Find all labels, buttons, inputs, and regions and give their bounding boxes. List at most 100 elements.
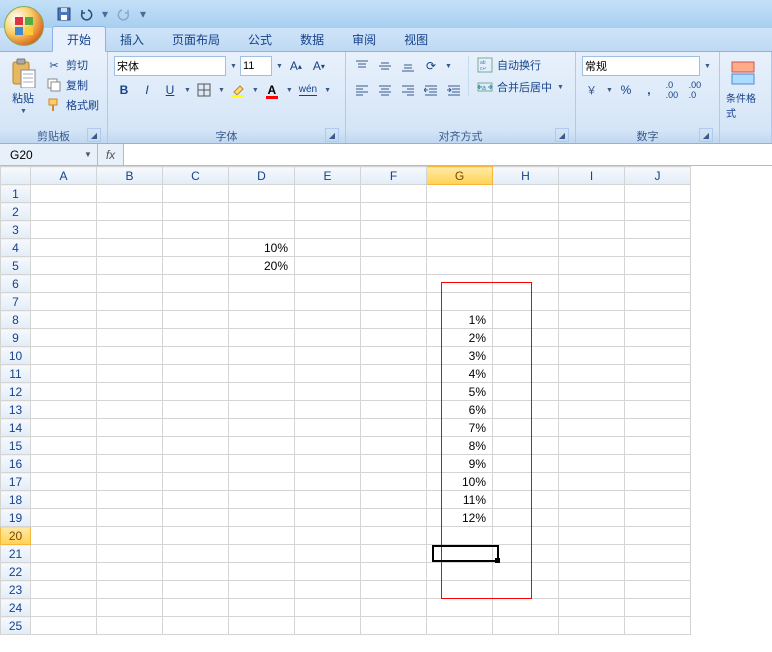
- cell-B13[interactable]: [97, 401, 163, 419]
- cell-A5[interactable]: [31, 257, 97, 275]
- col-header-E[interactable]: E: [295, 167, 361, 185]
- tab-layout[interactable]: 页面布局: [158, 27, 234, 51]
- row-header-10[interactable]: 10: [1, 347, 31, 365]
- row-header-23[interactable]: 23: [1, 581, 31, 599]
- cell-I3[interactable]: [559, 221, 625, 239]
- cell-D2[interactable]: [229, 203, 295, 221]
- cell-H19[interactable]: [493, 509, 559, 527]
- tab-formulas[interactable]: 公式: [234, 27, 286, 51]
- cell-E8[interactable]: [295, 311, 361, 329]
- cell-G25[interactable]: [427, 617, 493, 635]
- align-left-button[interactable]: [352, 80, 372, 100]
- increase-indent-button[interactable]: [444, 80, 464, 100]
- office-button[interactable]: [4, 6, 44, 46]
- cell-A23[interactable]: [31, 581, 97, 599]
- cell-J1[interactable]: [625, 185, 691, 203]
- qat-customize-icon[interactable]: ▾: [138, 7, 148, 21]
- cell-G3[interactable]: [427, 221, 493, 239]
- cell-J24[interactable]: [625, 599, 691, 617]
- cell-E1[interactable]: [295, 185, 361, 203]
- cell-J23[interactable]: [625, 581, 691, 599]
- cell-H18[interactable]: [493, 491, 559, 509]
- cell-C3[interactable]: [163, 221, 229, 239]
- cell-H10[interactable]: [493, 347, 559, 365]
- cell-A14[interactable]: [31, 419, 97, 437]
- cell-F2[interactable]: [361, 203, 427, 221]
- cell-G22[interactable]: [427, 563, 493, 581]
- row-header-25[interactable]: 25: [1, 617, 31, 635]
- cell-F16[interactable]: [361, 455, 427, 473]
- copy-button[interactable]: 复制: [44, 76, 101, 94]
- col-header-I[interactable]: I: [559, 167, 625, 185]
- row-header-15[interactable]: 15: [1, 437, 31, 455]
- cell-F10[interactable]: [361, 347, 427, 365]
- cell-J11[interactable]: [625, 365, 691, 383]
- cell-B24[interactable]: [97, 599, 163, 617]
- cell-D10[interactable]: [229, 347, 295, 365]
- cell-H22[interactable]: [493, 563, 559, 581]
- cell-F5[interactable]: [361, 257, 427, 275]
- cell-F1[interactable]: [361, 185, 427, 203]
- wrap-text-button[interactable]: abc↵自动换行: [475, 56, 566, 74]
- cell-B4[interactable]: [97, 239, 163, 257]
- cell-J14[interactable]: [625, 419, 691, 437]
- cell-I19[interactable]: [559, 509, 625, 527]
- cell-H23[interactable]: [493, 581, 559, 599]
- font-size-dropdown-icon[interactable]: ▼: [276, 63, 283, 70]
- number-format-dropdown-icon[interactable]: ▼: [704, 63, 711, 70]
- cell-E19[interactable]: [295, 509, 361, 527]
- cell-I12[interactable]: [559, 383, 625, 401]
- format-painter-button[interactable]: 格式刷: [44, 96, 101, 114]
- row-header-9[interactable]: 9: [1, 329, 31, 347]
- alignment-launcher-icon[interactable]: ◢: [555, 128, 569, 142]
- cell-H6[interactable]: [493, 275, 559, 293]
- font-size-input[interactable]: [240, 56, 272, 76]
- cell-B3[interactable]: [97, 221, 163, 239]
- cell-D12[interactable]: [229, 383, 295, 401]
- cell-H3[interactable]: [493, 221, 559, 239]
- cell-F8[interactable]: [361, 311, 427, 329]
- row-header-21[interactable]: 21: [1, 545, 31, 563]
- cell-E24[interactable]: [295, 599, 361, 617]
- cell-I10[interactable]: [559, 347, 625, 365]
- cell-J9[interactable]: [625, 329, 691, 347]
- cell-F6[interactable]: [361, 275, 427, 293]
- undo-dropdown-icon[interactable]: ▾: [100, 7, 110, 21]
- cell-C8[interactable]: [163, 311, 229, 329]
- cell-D8[interactable]: [229, 311, 295, 329]
- cell-I6[interactable]: [559, 275, 625, 293]
- cell-H15[interactable]: [493, 437, 559, 455]
- select-all-corner[interactable]: [1, 167, 31, 185]
- cell-D5[interactable]: 20%: [229, 257, 295, 275]
- cell-A1[interactable]: [31, 185, 97, 203]
- cell-E11[interactable]: [295, 365, 361, 383]
- comma-button[interactable]: ,: [639, 80, 659, 100]
- cell-C11[interactable]: [163, 365, 229, 383]
- cell-G24[interactable]: [427, 599, 493, 617]
- underline-dropdown-icon[interactable]: ▼: [184, 87, 191, 94]
- redo-icon[interactable]: [116, 6, 132, 22]
- font-launcher-icon[interactable]: ◢: [325, 128, 339, 142]
- cell-D16[interactable]: [229, 455, 295, 473]
- increase-decimal-button[interactable]: .0.00: [662, 80, 682, 100]
- cell-D7[interactable]: [229, 293, 295, 311]
- cell-G13[interactable]: 6%: [427, 401, 493, 419]
- cell-C19[interactable]: [163, 509, 229, 527]
- cell-C14[interactable]: [163, 419, 229, 437]
- cell-G9[interactable]: 2%: [427, 329, 493, 347]
- cell-E2[interactable]: [295, 203, 361, 221]
- cell-J20[interactable]: [625, 527, 691, 545]
- cell-C18[interactable]: [163, 491, 229, 509]
- cell-G14[interactable]: 7%: [427, 419, 493, 437]
- cell-B19[interactable]: [97, 509, 163, 527]
- row-header-4[interactable]: 4: [1, 239, 31, 257]
- row-header-14[interactable]: 14: [1, 419, 31, 437]
- fill-color-button[interactable]: [228, 80, 248, 100]
- cell-C24[interactable]: [163, 599, 229, 617]
- cell-J22[interactable]: [625, 563, 691, 581]
- cell-H8[interactable]: [493, 311, 559, 329]
- decrease-decimal-button[interactable]: .00.0: [685, 80, 705, 100]
- font-color-dropdown-icon[interactable]: ▼: [286, 87, 293, 94]
- cell-G18[interactable]: 11%: [427, 491, 493, 509]
- cell-A4[interactable]: [31, 239, 97, 257]
